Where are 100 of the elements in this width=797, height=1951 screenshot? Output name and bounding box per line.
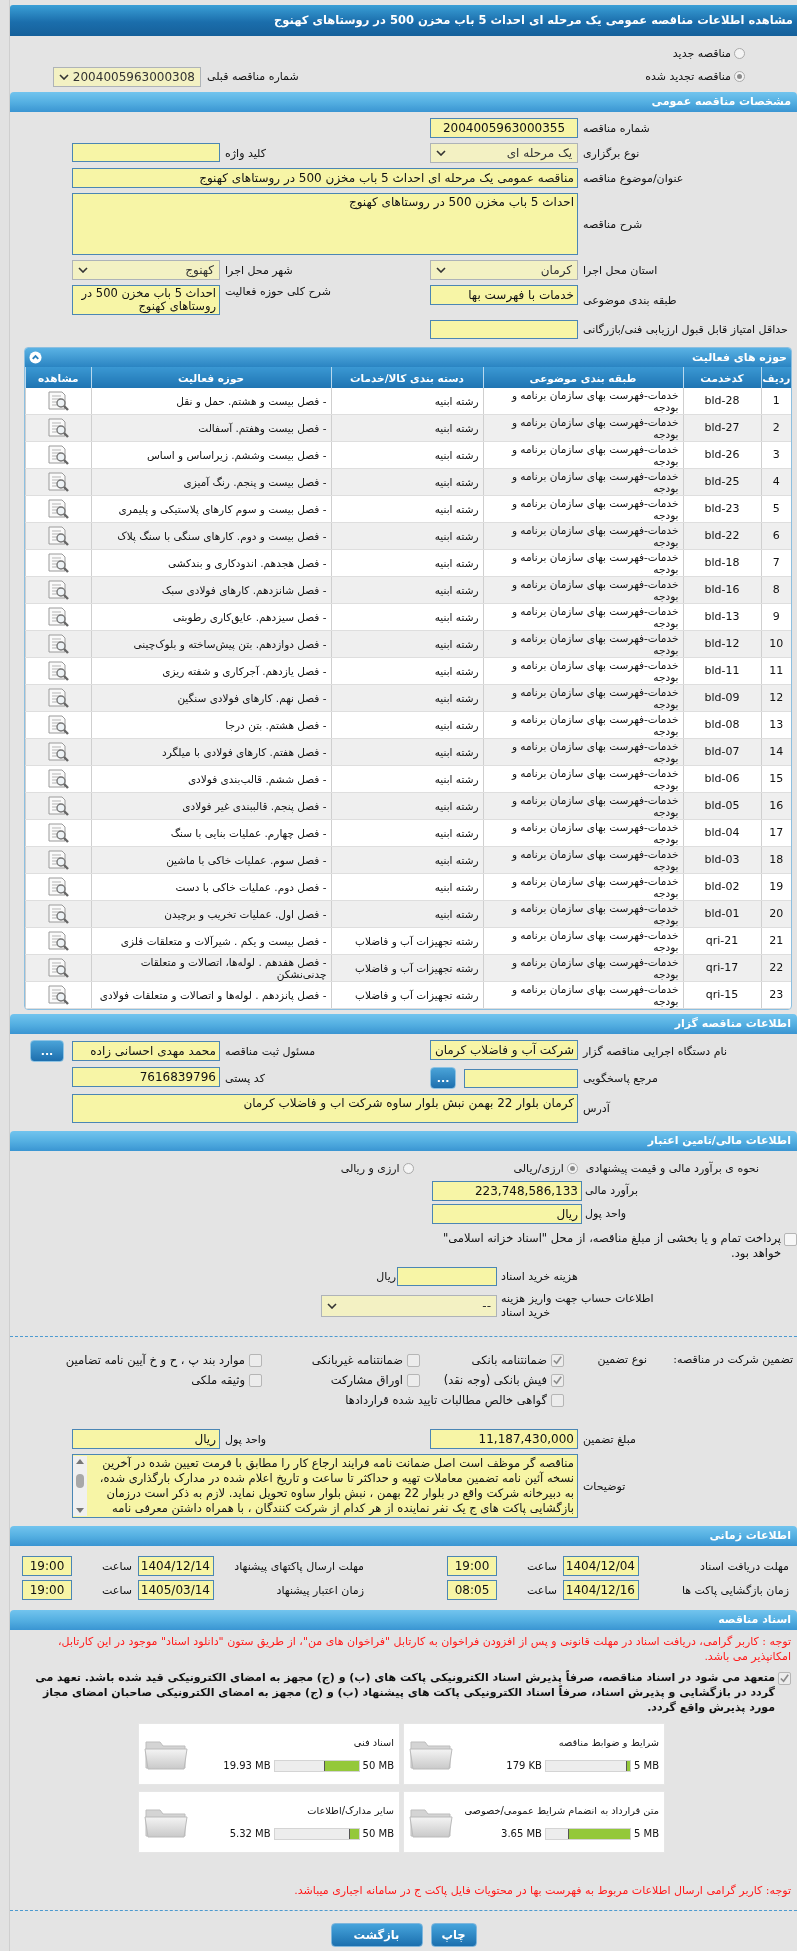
document-search-icon[interactable] — [46, 525, 71, 547]
checkbox[interactable] — [551, 1373, 564, 1387]
document-search-icon[interactable] — [46, 957, 71, 979]
radio-button[interactable] — [402, 1162, 414, 1174]
document-search-icon[interactable] — [46, 903, 71, 925]
input-field[interactable]: مناقصه عمومی یک مرحله ای احداث 5 باب مخزن 500 در روستاهای کهنوج — [72, 168, 578, 188]
table-cell: 8 — [761, 576, 791, 604]
table-cell: 13 — [761, 711, 791, 739]
action-button[interactable]: چاپ — [430, 1923, 477, 1947]
checkbox[interactable] — [551, 1393, 564, 1407]
select-field[interactable]: کرمان — [430, 260, 578, 280]
date-field[interactable]: 1404/12/04 — [563, 1556, 639, 1576]
document-search-icon[interactable] — [46, 822, 71, 844]
size-limit: 50 MB — [362, 1828, 394, 1839]
input-field[interactable]: ریال — [72, 1429, 220, 1449]
radio-button[interactable] — [734, 48, 745, 59]
input-field[interactable]: احداث 5 باب مخزن 500 در روستاهای کهنوج — [72, 193, 578, 255]
time-field[interactable]: 19:00 — [22, 1556, 72, 1576]
field-label: حداقل امتیاز قابل قبول ارزیابی فنی/بازرگانی — [582, 323, 789, 336]
input-field[interactable]: ریال — [432, 1203, 582, 1224]
document-search-icon[interactable] — [46, 552, 71, 574]
document-search-icon[interactable] — [46, 849, 71, 871]
input-field[interactable]: احداث 5 باب مخزن 500 در روستاهای کهنوج — [72, 285, 220, 315]
checkbox[interactable] — [407, 1373, 420, 1387]
time-field[interactable]: 08:05 — [447, 1580, 497, 1600]
radio-button[interactable] — [566, 1162, 578, 1174]
document-search-icon[interactable] — [46, 876, 71, 898]
text-area[interactable]: مناقصه گر موظف است اصل ضمانت نامه فرایند ارجاع کار را مطابق با فرمت تعیین شده در آخرین نسخه آئین نامه تضمین معاملات تهیه و حداکثر تا ساعت و تاریخ اعلام شده در مدارک بارگذاری شده، به دبیرخانه شرکت واقع در بلوار 22 بهمن ، نبش بلوار ساوه تحویل نماید. لازم به ذکر است درزمان بازگشایی پاکت های ج یک نفر نماینده از هر کدام از شرکت کنندگان ، با همراه داشتن معرفی نامه — [72, 1454, 578, 1518]
document-search-icon[interactable] — [46, 444, 71, 466]
checkbox[interactable] — [249, 1353, 262, 1367]
document-search-icon[interactable] — [46, 390, 71, 412]
document-search-icon[interactable] — [46, 714, 71, 736]
date-field[interactable]: 1405/03/14 — [138, 1580, 214, 1600]
input-field[interactable] — [430, 320, 578, 339]
checkbox[interactable] — [249, 1373, 262, 1387]
field-label: نوع برگزاری — [582, 146, 641, 160]
document-search-icon[interactable] — [46, 633, 71, 655]
input-field[interactable] — [72, 143, 220, 162]
browse-button[interactable]: ... — [30, 1040, 64, 1062]
action-button[interactable]: بازگشت — [330, 1923, 423, 1947]
select-field[interactable]: 2004005963000308 — [53, 66, 201, 87]
file-title: سایر مدارک/اطلاعات — [306, 1804, 394, 1816]
field-label: زمان اعتبار پیشنهاد — [275, 1583, 364, 1597]
input-field[interactable]: 2004005963000355 — [430, 118, 578, 138]
time-field[interactable]: 19:00 — [22, 1580, 72, 1600]
document-search-icon[interactable] — [46, 606, 71, 628]
table-cell: خدمات-فهرست بهای سازمان برنامه و بودجه — [483, 495, 683, 523]
document-search-icon[interactable] — [46, 417, 71, 439]
input-field[interactable]: کرمان بلوار 22 بهمن نبش بلوار ساوه شرکت اب و فاضلاب کرمان — [72, 1094, 578, 1123]
document-search-icon[interactable] — [46, 930, 71, 952]
file-size: 19.93 MB — [223, 1760, 271, 1771]
table-cell: رشته ابنیه — [331, 549, 483, 577]
input-field[interactable] — [464, 1068, 578, 1088]
table-cell: 4 — [761, 468, 791, 496]
document-search-icon[interactable] — [46, 768, 71, 790]
time-field[interactable]: 19:00 — [447, 1556, 497, 1576]
select-field[interactable]: کهنوج — [72, 260, 220, 280]
table-cell: - فصل بیست و سوم کارهای پلاستیکی و پلیمری — [91, 495, 331, 523]
date-field[interactable]: 1404/12/14 — [138, 1556, 214, 1576]
document-search-icon[interactable] — [46, 687, 71, 709]
document-search-icon[interactable] — [46, 984, 71, 1006]
notice-text: توجه: کاربر گرامی ارسال اطلاعات مربوط به فهرست بها در محتویات فایل پاکت ج در سامانه اجباری میباشد. — [293, 1883, 791, 1898]
input-field[interactable]: 223,748,586,133 — [432, 1180, 582, 1201]
table-cell: رشته ابنیه — [331, 657, 483, 685]
document-search-icon[interactable] — [46, 660, 71, 682]
input-field[interactable]: شرکت آب و فاضلاب کرمان — [430, 1040, 578, 1060]
input-field[interactable]: 11,187,430,000 — [430, 1429, 578, 1449]
input-field[interactable]: 7616839796 — [72, 1067, 220, 1087]
browse-button[interactable]: ... — [430, 1067, 457, 1089]
table-cell: - فصل بیست وهفتم. آسفالت — [91, 414, 331, 442]
document-search-icon[interactable] — [46, 471, 71, 493]
field-label: عنوان/موضوع مناقصه — [582, 171, 685, 185]
document-search-icon[interactable] — [46, 579, 71, 601]
checkbox[interactable] — [407, 1353, 420, 1367]
input-field[interactable]: خدمات با فهرست بها — [430, 285, 578, 305]
table-cell: رشته ابنیه — [331, 495, 483, 523]
document-search-icon[interactable] — [46, 741, 71, 763]
table-cell: - فصل چهارم. عملیات بنایی با سنگ — [91, 819, 331, 847]
field-label: هزینه خرید اسناد — [500, 1269, 579, 1284]
input-field[interactable]: محمد مهدی احسانی زاده — [72, 1041, 220, 1061]
field-label: شهر محل اجرا — [224, 263, 294, 277]
date-field[interactable]: 1404/12/16 — [563, 1580, 639, 1600]
select-field[interactable]: -- — [321, 1295, 497, 1317]
checkbox[interactable] — [784, 1233, 797, 1246]
section-header: اطلاعات مالی/تامین اعتبار — [10, 1131, 797, 1151]
table-cell: خدمات-فهرست بهای سازمان برنامه و بودجه — [483, 576, 683, 604]
checkbox[interactable] — [551, 1353, 564, 1367]
select-field[interactable]: یک مرحله ای — [430, 143, 578, 163]
document-search-icon[interactable] — [46, 795, 71, 817]
radio-button[interactable] — [734, 71, 745, 82]
scrollbar[interactable] — [73, 1456, 87, 1516]
table-cell: رشته ابنیه — [331, 738, 483, 766]
table-cell: bld-11 — [683, 657, 761, 685]
table-cell: رشته ابنیه — [331, 711, 483, 739]
checkbox[interactable] — [778, 1672, 791, 1685]
collapse-icon[interactable] — [29, 351, 42, 364]
table-cell: خدمات-فهرست بهای سازمان برنامه و بودجه — [483, 981, 683, 1009]
document-search-icon[interactable] — [46, 498, 71, 520]
input-field[interactable] — [397, 1267, 497, 1286]
table-cell: خدمات-فهرست بهای سازمان برنامه و بودجه — [483, 441, 683, 469]
